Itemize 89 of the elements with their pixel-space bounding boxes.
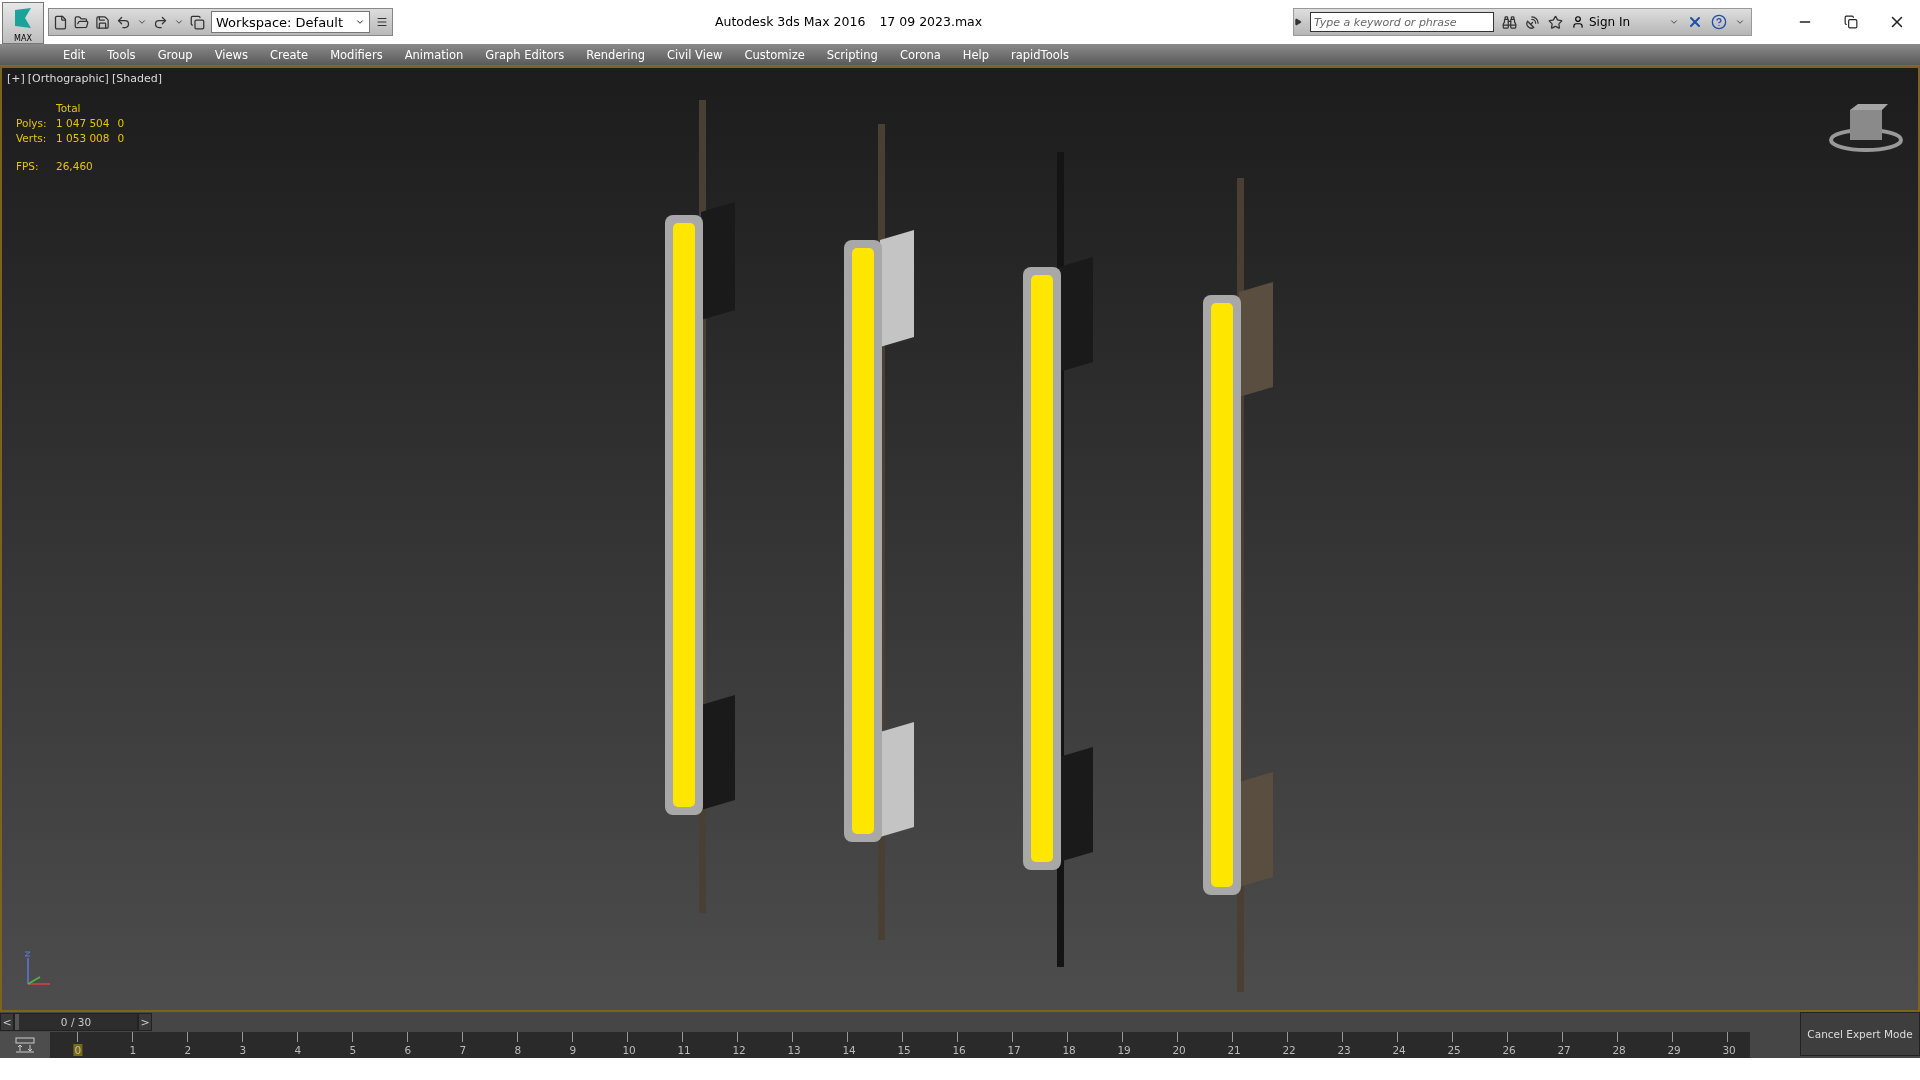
- frame-tick-label: 16: [951, 1044, 967, 1056]
- menu-item[interactable]: Views: [203, 47, 259, 62]
- fps-value: 26,460: [56, 160, 94, 172]
- curve-editor-icon[interactable]: [0, 1032, 50, 1058]
- dropdown-icon[interactable]: [174, 17, 184, 27]
- viewport[interactable]: [+] [Orthographic] [Shaded] Total Polys: 1 047 504 0 Verts: 1 053 008 0 FPS: 26,460: [0, 66, 1920, 1012]
- frame-tick-label: 15: [896, 1044, 912, 1056]
- search-field[interactable]: Type a keyword or phrase: [1310, 12, 1494, 32]
- star-icon[interactable]: [1548, 14, 1563, 30]
- frame-tick-label: 23: [1336, 1044, 1352, 1056]
- viewport-label[interactable]: [+]: [7, 72, 25, 85]
- file-name: 17 09 2023.max: [879, 14, 983, 29]
- frame-tick-label: 0: [73, 1044, 83, 1056]
- menu-item[interactable]: Rendering: [575, 47, 656, 62]
- stats-label: Polys:: [16, 117, 48, 129]
- frame-tick-label: 28: [1611, 1044, 1627, 1056]
- frame-tick-label: 10: [621, 1044, 637, 1056]
- frame-tick-label: 17: [1006, 1044, 1022, 1056]
- cancel-expert-mode-button[interactable]: Cancel Expert Mode: [1800, 1012, 1920, 1056]
- frame-tick-label: 26: [1501, 1044, 1517, 1056]
- frame-tick-label: 14: [841, 1044, 857, 1056]
- menu-item[interactable]: Graph Editors: [474, 47, 576, 62]
- binoculars-icon[interactable]: [1502, 14, 1517, 30]
- menu-item[interactable]: Animation: [393, 47, 475, 62]
- frame-tick-label: 2: [183, 1044, 193, 1056]
- undo-icon[interactable]: [116, 14, 131, 30]
- frame-tick-label: 3: [238, 1044, 248, 1056]
- menu-item[interactable]: Help: [951, 47, 1001, 62]
- help-icon[interactable]: [1711, 14, 1727, 30]
- save-icon[interactable]: [95, 14, 110, 30]
- customize-menu-icon[interactable]: [376, 16, 389, 28]
- timeline-track[interactable]: 0 1 2 3 4 5 6 7 8 9 10 11 12 13 14 15 16 17 18 19 20 21 22 23 24 25 26 27 28 29 30: [50, 1032, 1750, 1058]
- stats-label: Verts:: [16, 132, 48, 144]
- viewport-label[interactable]: [Orthographic]: [27, 72, 109, 85]
- frame-tick-label: 27: [1556, 1044, 1572, 1056]
- redo-icon[interactable]: [153, 14, 168, 30]
- dropdown-icon[interactable]: [355, 17, 366, 27]
- menu-item[interactable]: Group: [146, 47, 204, 62]
- stats-header: Total: [56, 102, 82, 114]
- expand-arrow-icon[interactable]: [1294, 18, 1302, 26]
- frame-tick-label: 4: [293, 1044, 303, 1056]
- frame-tick-label: 12: [731, 1044, 747, 1056]
- window-title: Autodesk 3ds Max 2016: [715, 14, 866, 29]
- menu-item[interactable]: Edit: [52, 47, 97, 62]
- next-frame-button[interactable]: >: [138, 1013, 152, 1031]
- frame-tick-label: 24: [1391, 1044, 1407, 1056]
- frame-tick-label: 18: [1061, 1044, 1077, 1056]
- new-file-icon[interactable]: [53, 14, 68, 30]
- open-folder-icon[interactable]: [74, 14, 89, 30]
- menu-item[interactable]: Corona: [888, 47, 952, 62]
- menu-item[interactable]: rapidTools: [1000, 47, 1080, 62]
- frame-tick-label: 1: [128, 1044, 138, 1056]
- frame-tick-label: 25: [1446, 1044, 1462, 1056]
- frame-tick-label: 7: [458, 1044, 468, 1056]
- menu-item[interactable]: Tools: [96, 47, 147, 62]
- menu-item[interactable]: Customize: [733, 47, 816, 62]
- dropdown-icon[interactable]: [137, 17, 147, 27]
- dropdown-icon[interactable]: [1735, 17, 1745, 27]
- frame-tick-label: 20: [1171, 1044, 1187, 1056]
- fps-label: FPS:: [16, 160, 40, 172]
- frame-tick-label: 11: [676, 1044, 692, 1056]
- menu-item[interactable]: Scripting: [815, 47, 889, 62]
- viewcube-icon[interactable]: [1828, 104, 1904, 154]
- frame-tick-label: 13: [786, 1044, 802, 1056]
- frame-tick-label: 9: [568, 1044, 578, 1056]
- previous-frame-button[interactable]: <: [0, 1013, 14, 1031]
- frame-tick-label: 21: [1226, 1044, 1242, 1056]
- viewport-label[interactable]: [Shaded]: [111, 72, 162, 85]
- workspace-dropdown[interactable]: Workspace: Default: [211, 11, 371, 33]
- frame-tick-label: 30: [1721, 1044, 1737, 1056]
- stats-total: 1 053 008: [56, 132, 111, 144]
- frame-tick-label: 29: [1666, 1044, 1682, 1056]
- time-slider[interactable]: 0 / 30: [14, 1013, 138, 1031]
- stats-selected: 0: [117, 117, 126, 129]
- frame-tick-label: 19: [1116, 1044, 1132, 1056]
- frame-tick-label: 8: [513, 1044, 523, 1056]
- menu-item[interactable]: Civil View: [656, 47, 734, 62]
- stats-total: 1 047 504: [56, 117, 111, 129]
- app-menu-button[interactable]: MAX: [2, 2, 44, 44]
- frame-tick-label: 5: [348, 1044, 358, 1056]
- menu-item[interactable]: Modifiers: [319, 47, 394, 62]
- frame-tick-label: 22: [1281, 1044, 1297, 1056]
- sign-in-button[interactable]: Sign In: [1571, 15, 1661, 29]
- menu-item[interactable]: Create: [258, 47, 320, 62]
- frame-tick-label: 6: [403, 1044, 413, 1056]
- user-icon[interactable]: [1571, 15, 1585, 29]
- satellite-dish-icon[interactable]: [1525, 14, 1540, 30]
- stats-selected: 0: [117, 132, 126, 144]
- dropdown-icon[interactable]: [1669, 17, 1679, 27]
